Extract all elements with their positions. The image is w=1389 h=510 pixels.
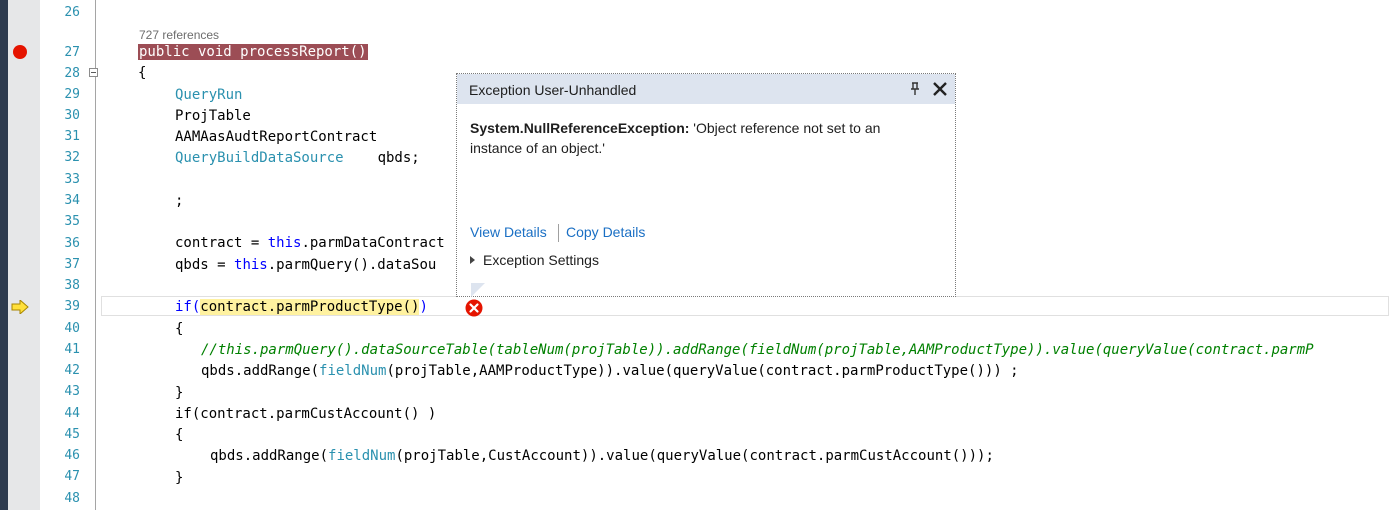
- code-line-41[interactable]: //this.parmQuery().dataSourceTable(table…: [201, 341, 1389, 359]
- current-statement-code: contract.parmProductType(): [200, 299, 420, 315]
- function-token: fieldNum: [319, 363, 387, 379]
- identifier-token: qbds;: [377, 150, 420, 166]
- exception-helper-popup: Exception User-Unhandled System.NullRefe…: [456, 73, 956, 297]
- line-number: 38: [64, 278, 80, 293]
- close-icon[interactable]: [931, 80, 949, 98]
- code-token: contract =: [175, 235, 268, 251]
- keyword-token: this: [234, 257, 268, 273]
- keyword-token: this: [267, 235, 302, 251]
- line-number: 34: [64, 193, 80, 208]
- code-line-46[interactable]: qbds.addRange(fieldNum(projTable,CustAcc…: [210, 447, 1389, 465]
- pin-icon[interactable]: [907, 81, 923, 97]
- link-separator: [558, 224, 559, 242]
- line-number: 45: [64, 427, 80, 442]
- type-token: QueryBuildDataSource: [175, 150, 344, 166]
- code-line-40[interactable]: {: [175, 320, 1389, 338]
- code-token: (projTable,CustAccount)).value(queryValu…: [395, 448, 994, 464]
- code-line-42[interactable]: qbds.addRange(fieldNum(projTable,AAMProd…: [201, 362, 1389, 380]
- line-number: 28: [64, 66, 80, 81]
- code-token: qbds =: [175, 257, 235, 273]
- reference-count-lens[interactable]: 727 references: [139, 28, 219, 42]
- code-line-45[interactable]: {: [175, 426, 1389, 444]
- line-number: 44: [64, 406, 80, 421]
- expand-triangle-icon: [470, 256, 475, 264]
- exception-type: System.NullReferenceException:: [470, 120, 690, 136]
- line-number: 30: [64, 108, 80, 123]
- collapse-toggle-icon[interactable]: [89, 68, 98, 77]
- current-statement-arrow-icon: [11, 300, 29, 314]
- line-number: 35: [64, 214, 80, 229]
- code-token: qbds.addRange(: [210, 448, 329, 464]
- code-line-47[interactable]: }: [175, 469, 1389, 487]
- code-line-43[interactable]: }: [175, 384, 1389, 402]
- keyword-token: ): [419, 299, 428, 315]
- line-number: 31: [64, 129, 80, 144]
- error-icon[interactable]: [465, 299, 483, 317]
- indicator-margin[interactable]: [8, 0, 40, 510]
- exception-settings-label: Exception Settings: [483, 252, 599, 268]
- code-token: .parmDataContract: [301, 235, 445, 251]
- line-number: 48: [64, 491, 80, 506]
- code-token: qbds.addRange(: [201, 363, 320, 379]
- line-number: 26: [64, 5, 80, 20]
- line-number: 42: [64, 363, 80, 378]
- code-token: if(contract.parmCustAccount() ): [175, 406, 437, 422]
- line-number: 29: [64, 87, 80, 102]
- line-number: 36: [64, 236, 80, 251]
- code-token: (projTable,AAMProductType)).value(queryV…: [386, 363, 1019, 379]
- popup-title: Exception User-Unhandled: [469, 82, 637, 98]
- line-number: 46: [64, 448, 80, 463]
- popup-pointer: [471, 283, 485, 297]
- keyword-token: if(: [175, 299, 201, 315]
- breakpoint-code: public void processReport(): [138, 44, 368, 60]
- line-number: 40: [64, 321, 80, 336]
- line-number: 32: [64, 150, 80, 165]
- exception-message: System.NullReferenceException: 'Object r…: [470, 118, 930, 158]
- line-number: 33: [64, 172, 80, 187]
- line-number: 47: [64, 469, 80, 484]
- exception-settings-expander[interactable]: Exception Settings: [470, 252, 599, 268]
- breakpoint-icon[interactable]: [13, 45, 27, 59]
- function-token: fieldNum: [328, 448, 396, 464]
- line-number: 39: [64, 299, 80, 314]
- popup-header: Exception User-Unhandled: [457, 74, 955, 104]
- line-number: 41: [64, 342, 80, 357]
- line-number: 27: [64, 45, 80, 60]
- code-line-44[interactable]: if(contract.parmCustAccount() ): [175, 405, 1389, 423]
- code-line-27[interactable]: public void processReport(): [138, 43, 1389, 61]
- code-token: .parmQuery().dataSou: [267, 257, 437, 273]
- line-number: 43: [64, 384, 80, 399]
- code-line-39[interactable]: if(contract.parmProductType()): [175, 298, 1389, 316]
- editor-left-strip: [0, 0, 8, 510]
- view-details-link[interactable]: View Details: [470, 224, 547, 240]
- copy-details-link[interactable]: Copy Details: [566, 224, 645, 240]
- line-number: 37: [64, 257, 80, 272]
